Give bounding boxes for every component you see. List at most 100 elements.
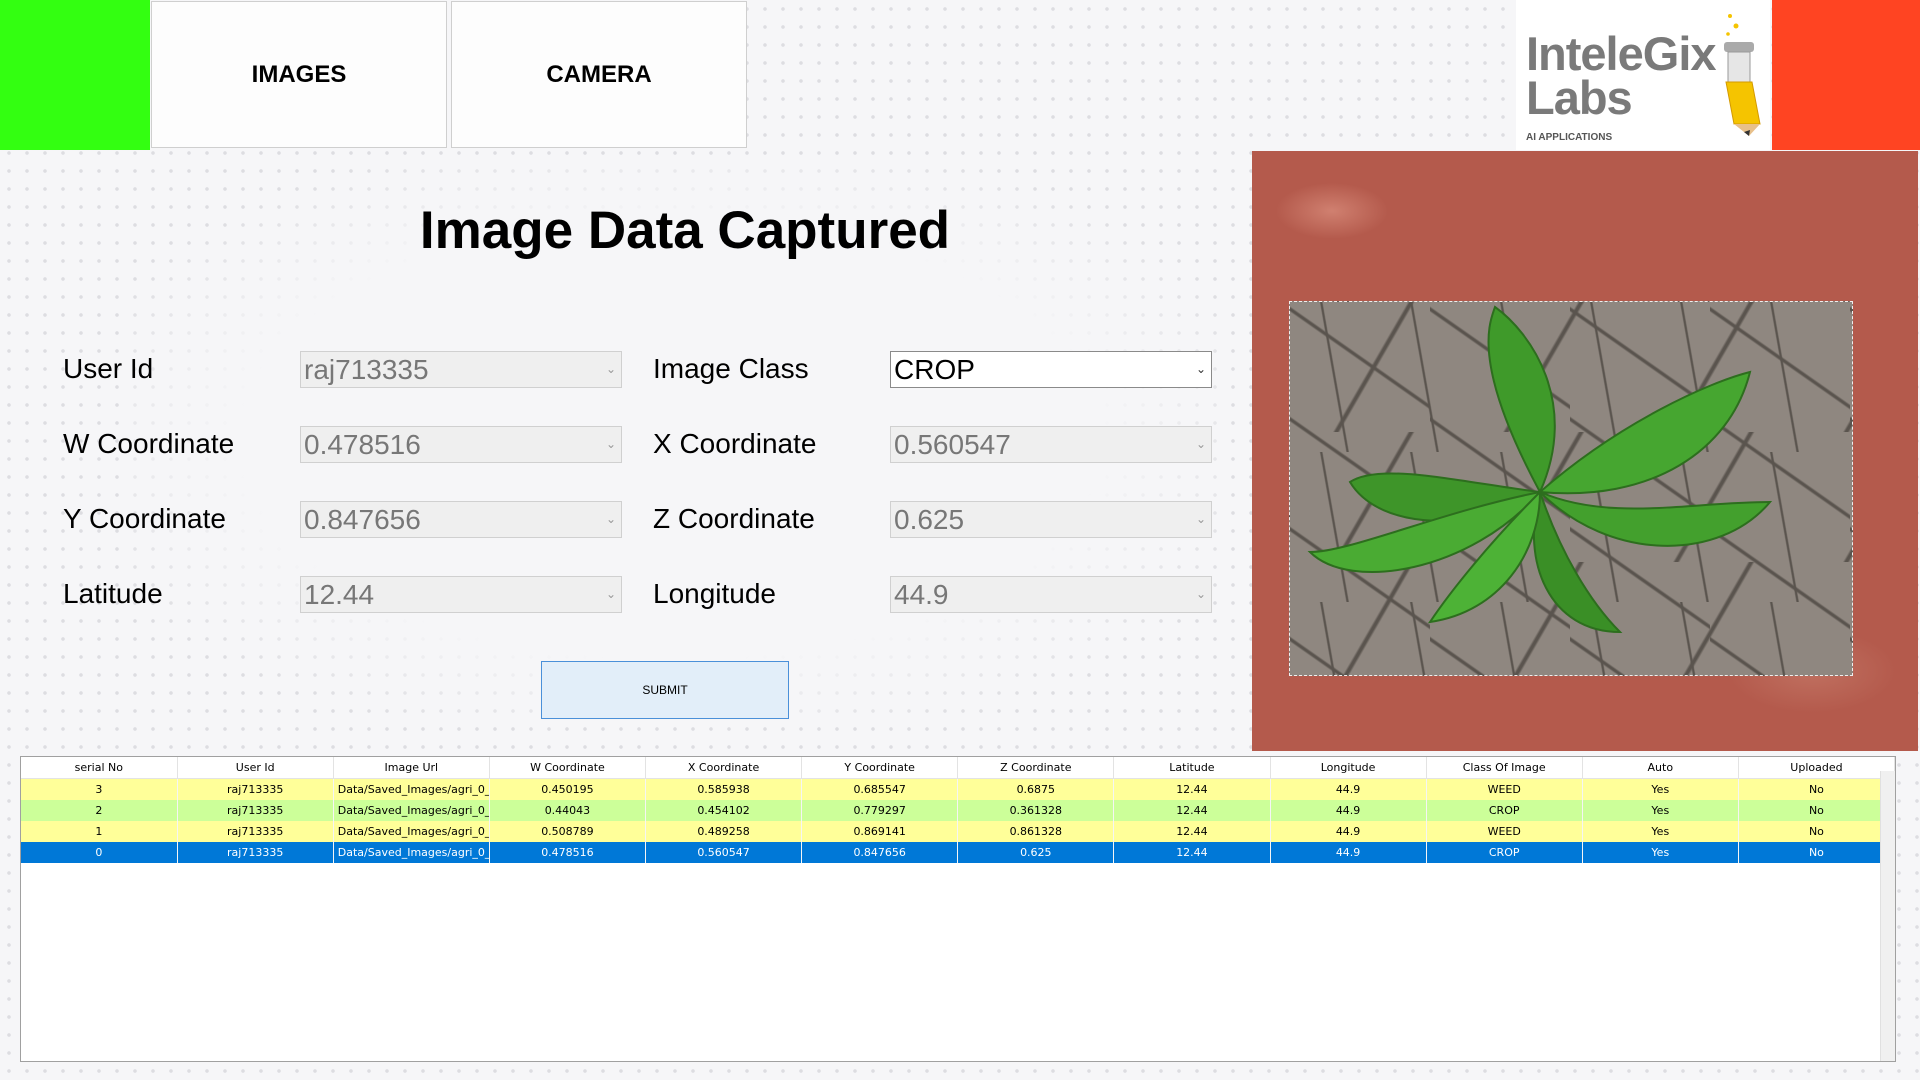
column-header[interactable]: Uploaded xyxy=(1738,757,1896,779)
table-cell: 0.585938 xyxy=(645,778,803,800)
x-coordinate-label: X Coordinate xyxy=(653,428,817,459)
table-row[interactable]: 1 raj713335 Data/Saved_Images/agri_0_6 0.50… xyxy=(21,821,1896,842)
logo-line1: InteleGix xyxy=(1526,27,1717,80)
column-header[interactable]: Auto xyxy=(1582,757,1739,779)
image-class-select[interactable]: CROP ⌄ xyxy=(890,351,1212,388)
longitude-label: Longitude xyxy=(653,578,777,609)
table-cell: raj713335 xyxy=(177,778,334,800)
logo-name: InteleGix Labs xyxy=(1526,27,1717,124)
camera-button[interactable]: CAMERA xyxy=(451,1,747,148)
table-row[interactable]: 3 raj713335 Data/Saved_Images/agri_0_2 0.45… xyxy=(21,778,1896,800)
chevron-down-icon: ⌄ xyxy=(605,587,617,601)
z-coordinate-select[interactable]: 0.625 ⌄ xyxy=(890,501,1212,538)
table-cell: 12.44 xyxy=(1113,821,1271,842)
table-cell: raj713335 xyxy=(177,842,334,863)
x-coordinate-select[interactable]: 0.560547 ⌄ xyxy=(890,426,1212,463)
z-coordinate-value: 0.625 xyxy=(894,504,965,535)
chevron-down-icon: ⌄ xyxy=(605,362,617,376)
table-cell: 44.9 xyxy=(1270,842,1427,863)
table-cell: 0.779297 xyxy=(801,800,959,821)
user-id-value: raj713335 xyxy=(304,354,429,385)
latitude-select[interactable]: 12.44 ⌄ xyxy=(300,576,622,613)
table-cell: No xyxy=(1738,842,1896,863)
chevron-down-icon: ⌄ xyxy=(605,437,617,451)
table-cell: 0 xyxy=(21,842,178,863)
table-cell: Yes xyxy=(1582,842,1739,863)
table-cell: 0.450195 xyxy=(489,778,647,800)
column-header[interactable]: Image Url xyxy=(333,757,490,779)
w-coordinate-select[interactable]: 0.478516 ⌄ xyxy=(300,426,622,463)
table-cell: 44.9 xyxy=(1270,800,1427,821)
y-coordinate-select[interactable]: 0.847656 ⌄ xyxy=(300,501,622,538)
chevron-down-icon: ⌄ xyxy=(1195,437,1207,451)
table-body: 3 raj713335 Data/Saved_Images/agri_0_2 0.45… xyxy=(21,778,1896,863)
table-header-row: serial No User Id Image Url W Coordinate X C… xyxy=(21,757,1896,779)
table-cell: Yes xyxy=(1582,778,1739,800)
table-cell: Yes xyxy=(1582,800,1739,821)
table-cell: No xyxy=(1738,800,1896,821)
column-header[interactable]: W Coordinate xyxy=(489,757,647,779)
table-cell: CROP xyxy=(1426,842,1583,863)
column-header[interactable]: Y Coordinate xyxy=(801,757,959,779)
user-id-label: User Id xyxy=(63,353,154,384)
table-cell: 0.478516 xyxy=(489,842,647,863)
table-cell: No xyxy=(1738,821,1896,842)
table-cell: CROP xyxy=(1426,800,1583,821)
column-header[interactable]: Z Coordinate xyxy=(957,757,1115,779)
image-preview xyxy=(1252,151,1918,751)
column-header[interactable]: serial No xyxy=(21,757,178,779)
table-cell: 12.44 xyxy=(1113,778,1271,800)
chevron-down-icon: ⌄ xyxy=(1195,587,1207,601)
y-coordinate-label: Y Coordinate xyxy=(63,503,226,534)
logo-subtitle: AI APPLICATIONS xyxy=(1526,132,1613,143)
logo-line2: Labs xyxy=(1526,71,1633,124)
table-cell: 0.44043 xyxy=(489,800,647,821)
column-header[interactable]: Latitude xyxy=(1113,757,1271,779)
longitude-select[interactable]: 44.9 ⌄ xyxy=(890,576,1212,613)
company-logo: InteleGix Labs AI APPLICATIONS xyxy=(1516,0,1770,150)
table-cell: Data/Saved_Images/agri_0_2 xyxy=(333,778,490,800)
table-cell: 0.6875 xyxy=(957,778,1115,800)
table-cell: raj713335 xyxy=(177,821,334,842)
table-cell: 12.44 xyxy=(1113,800,1271,821)
table-cell: 3 xyxy=(21,778,178,800)
image-class-value: CROP xyxy=(894,354,975,385)
z-coordinate-label: Z Coordinate xyxy=(653,503,815,534)
user-id-select[interactable]: raj713335 ⌄ xyxy=(300,351,622,388)
table-cell: 0.560547 xyxy=(645,842,803,863)
table-cell: 44.9 xyxy=(1270,821,1427,842)
table-cell: 0.861328 xyxy=(957,821,1115,842)
vertical-scrollbar[interactable] xyxy=(1880,771,1895,1061)
table-cell: Yes xyxy=(1582,821,1739,842)
table-row[interactable]: 0 raj713335 Data/Saved_Images/agri_0_3 0.47… xyxy=(21,842,1896,863)
page-title: Image Data Captured xyxy=(419,201,951,260)
column-header[interactable]: X Coordinate xyxy=(645,757,803,779)
submit-button[interactable]: SUBMIT xyxy=(541,661,789,719)
column-header[interactable]: Longitude xyxy=(1270,757,1427,779)
table-cell: 0.847656 xyxy=(801,842,959,863)
table-cell: 44.9 xyxy=(1270,778,1427,800)
table-cell: 0.454102 xyxy=(645,800,803,821)
latitude-label: Latitude xyxy=(63,578,163,609)
w-coordinate-label: W Coordinate xyxy=(63,428,235,459)
table-cell: 0.489258 xyxy=(645,821,803,842)
chevron-down-icon: ⌄ xyxy=(1195,362,1207,376)
captured-data-table[interactable]: serial No User Id Image Url W Coordinate X C… xyxy=(20,756,1896,1062)
table-cell: WEED xyxy=(1426,821,1583,842)
table-cell: 0.625 xyxy=(957,842,1115,863)
table-cell: Data/Saved_Images/agri_0_8 xyxy=(333,800,490,821)
pencil-flask-icon xyxy=(1724,14,1761,136)
table-row[interactable]: 2 raj713335 Data/Saved_Images/agri_0_8 0.44… xyxy=(21,800,1896,821)
detection-bounding-box xyxy=(1289,301,1853,676)
column-header[interactable]: Class Of Image xyxy=(1426,757,1583,779)
table-cell: raj713335 xyxy=(177,800,334,821)
status-indicator-red xyxy=(1772,0,1920,150)
table-cell: 0.361328 xyxy=(957,800,1115,821)
images-button[interactable]: IMAGES xyxy=(151,1,447,148)
longitude-value: 44.9 xyxy=(894,579,949,610)
table-cell: Data/Saved_Images/agri_0_3 xyxy=(333,842,490,863)
column-header[interactable]: User Id xyxy=(177,757,334,779)
table-cell: 0.508789 xyxy=(489,821,647,842)
plant-leaf-icon xyxy=(1307,305,1773,634)
image-class-label: Image Class xyxy=(653,353,809,384)
